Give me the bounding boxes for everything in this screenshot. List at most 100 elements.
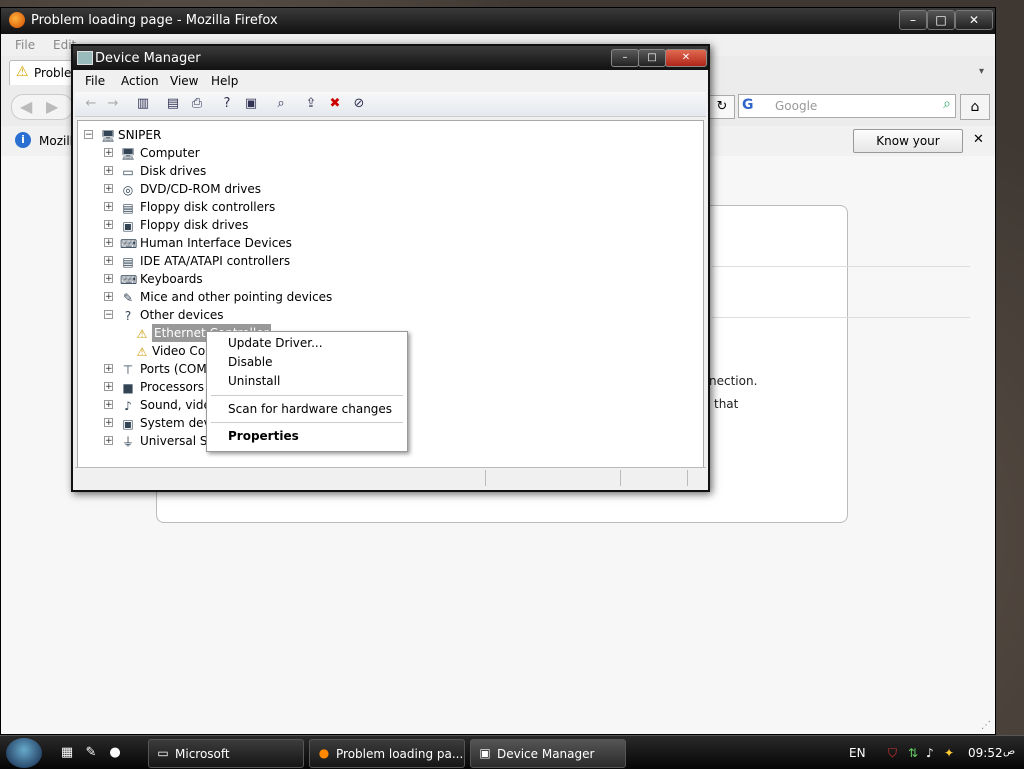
security-icon[interactable]: ⛉ bbox=[888, 746, 897, 761]
close-icon[interactable]: ✕ bbox=[973, 132, 984, 147]
clock-suffix: ص bbox=[1003, 746, 1016, 757]
menu-action[interactable]: Action bbox=[121, 74, 159, 88]
question-icon: ? bbox=[124, 309, 132, 323]
tab-label: Proble bbox=[34, 66, 72, 80]
device-manager-menubar: File Action View Help bbox=[73, 70, 708, 92]
clock[interactable]: 09:52 bbox=[968, 746, 1003, 760]
language-indicator[interactable]: EN bbox=[849, 746, 866, 760]
tree-item-label: Disk drives bbox=[140, 164, 207, 178]
help-icon[interactable]: ? bbox=[219, 96, 235, 112]
menu-file[interactable]: File bbox=[15, 38, 35, 52]
taskbar-item-device-manager[interactable]: ▣ Device Manager bbox=[470, 739, 626, 768]
expand-icon[interactable]: + bbox=[104, 238, 113, 248]
tree-item-label: Keyboards bbox=[140, 272, 203, 286]
application-icon: ▭ bbox=[157, 746, 169, 760]
expand-icon[interactable]: + bbox=[104, 220, 113, 230]
search-icon[interactable]: ⌕ bbox=[943, 96, 951, 112]
tree-root-label: SNIPER bbox=[118, 128, 162, 142]
firefox-titlebar[interactable]: Problem loading page - Mozilla Firefox –… bbox=[1, 8, 995, 34]
volume-icon[interactable]: ♪ bbox=[926, 746, 934, 760]
device-manager-titlebar[interactable]: Device Manager – □ ✕ bbox=[73, 46, 708, 70]
mouse-icon: ✎ bbox=[122, 291, 134, 305]
firefox-icon bbox=[9, 12, 25, 28]
tree-item-label: IDE ATA/ATAPI controllers bbox=[140, 254, 291, 268]
print-icon[interactable]: ⎙ bbox=[189, 96, 205, 112]
uninstall-icon[interactable]: ✖ bbox=[327, 96, 343, 112]
taskbar-item-label: Device Manager bbox=[497, 747, 595, 761]
forward-arrow-icon[interactable]: ▶ bbox=[46, 97, 58, 116]
expand-icon[interactable]: + bbox=[104, 274, 113, 284]
menu-file[interactable]: File bbox=[85, 74, 105, 88]
menu-item-uninstall[interactable]: Uninstall bbox=[228, 374, 280, 388]
floppy-drive-icon: ▣ bbox=[122, 219, 134, 233]
close-button[interactable]: ✕ bbox=[665, 49, 707, 67]
menu-help[interactable]: Help bbox=[211, 74, 238, 88]
know-your-rights-button[interactable]: Know your rights... bbox=[853, 129, 963, 170]
collapse-icon[interactable]: − bbox=[84, 130, 93, 140]
quick-launch-icon[interactable]: ✎ bbox=[82, 744, 100, 762]
expand-icon[interactable]: + bbox=[104, 382, 113, 392]
divider bbox=[712, 317, 970, 318]
back-arrow-icon[interactable]: ← bbox=[83, 96, 99, 112]
firefox-quick-launch-icon[interactable]: ● bbox=[106, 744, 124, 762]
minimize-button[interactable]: – bbox=[899, 10, 927, 30]
disk-drive-icon: ▭ bbox=[122, 165, 134, 179]
port-icon: ⊤ bbox=[122, 363, 134, 377]
back-forward-buttons[interactable]: ◀ ▶ bbox=[11, 94, 73, 120]
start-button[interactable] bbox=[6, 738, 42, 768]
menu-separator bbox=[211, 422, 403, 423]
forward-arrow-icon[interactable]: → bbox=[105, 96, 121, 112]
minimize-button[interactable]: – bbox=[611, 49, 639, 67]
network-icon[interactable]: ⇅ bbox=[908, 746, 918, 760]
show-desktop-icon[interactable]: ▦ bbox=[58, 744, 76, 762]
menu-item-scan-hardware[interactable]: Scan for hardware changes bbox=[228, 402, 392, 416]
status-divider bbox=[620, 470, 621, 486]
ide-controller-icon: ▤ bbox=[122, 255, 134, 269]
expand-icon[interactable]: + bbox=[104, 148, 113, 158]
collapse-icon[interactable]: − bbox=[104, 310, 113, 320]
show-hide-tree-icon[interactable]: ▥ bbox=[135, 96, 151, 112]
tab-list-icon[interactable]: ▾ bbox=[979, 66, 984, 77]
update-driver-icon[interactable]: ⇪ bbox=[303, 96, 319, 112]
taskbar-item-microsoft[interactable]: ▭ Microsoft bbox=[148, 739, 304, 768]
tree-item-label: DVD/CD-ROM drives bbox=[140, 182, 262, 196]
expand-icon[interactable]: + bbox=[104, 184, 113, 194]
taskbar-item-label: Problem loading pa... bbox=[336, 747, 464, 761]
warning-device-icon: ⚠ bbox=[136, 327, 148, 341]
error-text-2: that bbox=[714, 397, 739, 411]
view-icon[interactable]: ▣ bbox=[243, 96, 259, 112]
tray-app-icon[interactable]: ✦ bbox=[944, 746, 954, 760]
maximize-button[interactable]: □ bbox=[638, 49, 666, 67]
firefox-icon: ● bbox=[318, 746, 330, 760]
expand-icon[interactable]: + bbox=[104, 400, 113, 410]
maximize-button[interactable]: □ bbox=[927, 10, 955, 30]
expand-icon[interactable]: + bbox=[104, 256, 113, 266]
back-arrow-icon[interactable]: ◀ bbox=[20, 97, 32, 116]
divider bbox=[712, 266, 970, 267]
home-icon[interactable]: ⌂ bbox=[960, 94, 990, 120]
expand-icon[interactable]: + bbox=[104, 364, 113, 374]
expand-icon[interactable]: + bbox=[104, 202, 113, 212]
expand-icon[interactable]: + bbox=[104, 292, 113, 302]
expand-icon[interactable]: + bbox=[104, 166, 113, 176]
tree-item-label: Computer bbox=[140, 146, 200, 160]
expand-icon[interactable]: + bbox=[104, 436, 113, 446]
menu-item-properties[interactable]: Properties bbox=[228, 429, 299, 443]
search-bar[interactable]: G Google ⌕ bbox=[738, 94, 956, 118]
menu-item-disable[interactable]: Disable bbox=[228, 355, 273, 369]
disable-icon[interactable]: ⊘ bbox=[351, 96, 367, 112]
close-button[interactable]: ✕ bbox=[955, 10, 993, 30]
scan-hardware-icon[interactable]: ⌕ bbox=[273, 96, 289, 112]
menu-item-update-driver[interactable]: Update Driver... bbox=[228, 336, 323, 350]
resize-grip[interactable]: ⋰ bbox=[981, 720, 991, 731]
context-menu: Update Driver... Disable Uninstall Scan … bbox=[206, 331, 408, 452]
properties-icon[interactable]: ▤ bbox=[165, 96, 181, 112]
tree-item-label: Universal Se bbox=[140, 434, 215, 448]
expand-icon[interactable]: + bbox=[104, 418, 113, 428]
sound-icon: ♪ bbox=[124, 399, 132, 413]
google-icon[interactable]: G bbox=[742, 97, 754, 113]
taskbar-item-firefox[interactable]: ● Problem loading pa... bbox=[309, 739, 465, 768]
reload-icon[interactable]: ↻ bbox=[709, 95, 735, 119]
menu-view[interactable]: View bbox=[170, 74, 198, 88]
device-manager-icon bbox=[77, 51, 93, 65]
